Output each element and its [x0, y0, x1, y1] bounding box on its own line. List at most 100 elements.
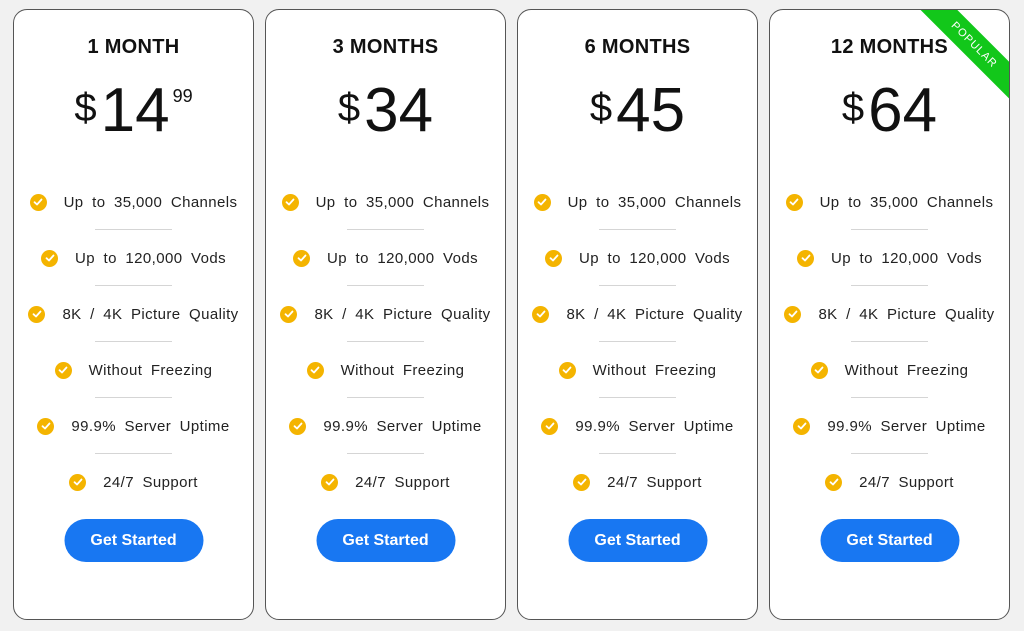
checkmark-circle-icon: [306, 361, 324, 379]
feature-label: 99.9% Server Uptime: [71, 417, 230, 435]
feature-list: Up to 35,000 Channels Up to 120,000 Vods…: [518, 174, 757, 510]
checkmark-circle-icon: [810, 361, 828, 379]
feature-item: Up to 120,000 Vods: [518, 230, 757, 286]
checkmark-circle-icon: [321, 473, 339, 491]
feature-label: Without Freezing: [844, 361, 969, 379]
checkmark-circle-icon: [825, 473, 843, 491]
pricing-card-1-month: 1 MONTH $ 14 99 Up to 35,000 Channels Up…: [13, 9, 254, 620]
price-currency: $: [74, 86, 97, 130]
feature-item: 99.9% Server Uptime: [14, 398, 253, 454]
checkmark-circle-icon: [541, 417, 559, 435]
checkmark-circle-icon: [69, 473, 87, 491]
checkmark-circle-icon: [281, 193, 299, 211]
checkmark-circle-icon: [533, 193, 551, 211]
pricing-card-12-months: POPULAR 12 MONTHS $ 64 Up to 35,000 Chan…: [769, 9, 1010, 620]
checkmark-circle-icon: [28, 305, 46, 323]
feature-label: Up to 35,000 Channels: [63, 193, 238, 211]
feature-item: Up to 120,000 Vods: [14, 230, 253, 286]
checkmark-circle-icon: [280, 305, 298, 323]
feature-item: 8K / 4K Picture Quality: [14, 286, 253, 342]
get-started-button[interactable]: Get Started: [820, 519, 959, 562]
plan-name: 12 MONTHS: [830, 36, 949, 58]
feature-item: 24/7 Support: [266, 454, 505, 510]
feature-item: 99.9% Server Uptime: [770, 398, 1009, 454]
feature-label: 99.9% Server Uptime: [575, 417, 734, 435]
feature-label: 8K / 4K Picture Quality: [314, 305, 491, 323]
feature-list: Up to 35,000 Channels Up to 120,000 Vods…: [14, 174, 253, 510]
pricing-card-6-months: 6 MONTHS $ 45 Up to 35,000 Channels Up t…: [517, 9, 758, 620]
price-cents: 99: [172, 86, 193, 106]
checkmark-circle-icon: [289, 417, 307, 435]
price-currency: $: [337, 86, 361, 130]
feature-label: Up to 35,000 Channels: [315, 193, 490, 211]
feature-item: 8K / 4K Picture Quality: [518, 286, 757, 342]
feature-label: 24/7 Support: [103, 473, 198, 491]
feature-item: Up to 120,000 Vods: [266, 230, 505, 286]
feature-label: Without Freezing: [88, 361, 213, 379]
feature-label: Up to 120,000 Vods: [579, 249, 730, 267]
feature-label: Up to 35,000 Channels: [819, 193, 994, 211]
feature-item: 99.9% Server Uptime: [266, 398, 505, 454]
feature-label: 8K / 4K Picture Quality: [62, 305, 239, 323]
checkmark-circle-icon: [545, 249, 562, 267]
price-currency: $: [589, 86, 613, 130]
price-amount: 45: [616, 76, 686, 145]
feature-item: Up to 35,000 Channels: [266, 174, 505, 230]
feature-label: 24/7 Support: [859, 473, 954, 491]
checkmark-circle-icon: [41, 249, 58, 267]
pricing-card-3-months: 3 MONTHS $ 34 Up to 35,000 Channels Up t…: [265, 9, 506, 620]
checkmark-circle-icon: [785, 193, 803, 211]
feature-item: 8K / 4K Picture Quality: [770, 286, 1009, 342]
feature-item: Without Freezing: [14, 342, 253, 398]
feature-label: 8K / 4K Picture Quality: [818, 305, 995, 323]
checkmark-circle-icon: [37, 417, 55, 435]
checkmark-circle-icon: [29, 193, 47, 211]
plan-name: 6 MONTHS: [584, 36, 691, 58]
get-started-button[interactable]: Get Started: [64, 519, 203, 562]
feature-label: 99.9% Server Uptime: [323, 417, 482, 435]
checkmark-circle-icon: [573, 473, 591, 491]
feature-item: 24/7 Support: [14, 454, 253, 510]
feature-item: 99.9% Server Uptime: [518, 398, 757, 454]
feature-label: 24/7 Support: [355, 473, 450, 491]
feature-label: 24/7 Support: [607, 473, 702, 491]
price-amount: 14: [100, 76, 170, 145]
checkmark-circle-icon: [797, 249, 814, 267]
feature-item: Up to 35,000 Channels: [770, 174, 1009, 230]
feature-label: Without Freezing: [340, 361, 465, 379]
feature-label: Up to 120,000 Vods: [75, 249, 226, 267]
price-currency: $: [841, 86, 865, 130]
feature-label: Up to 35,000 Channels: [567, 193, 742, 211]
get-started-button[interactable]: Get Started: [568, 519, 707, 562]
checkmark-circle-icon: [54, 361, 72, 379]
plan-price: $ 34: [266, 68, 505, 148]
feature-item: Up to 120,000 Vods: [770, 230, 1009, 286]
plan-name: 3 MONTHS: [332, 36, 439, 58]
plan-name: 1 MONTH: [87, 36, 180, 58]
feature-item: 8K / 4K Picture Quality: [266, 286, 505, 342]
feature-list: Up to 35,000 Channels Up to 120,000 Vods…: [266, 174, 505, 510]
price-amount: 34: [364, 76, 434, 145]
feature-item: Without Freezing: [518, 342, 757, 398]
plan-price: $ 64: [770, 68, 1009, 148]
feature-item: 24/7 Support: [518, 454, 757, 510]
checkmark-circle-icon: [784, 305, 802, 323]
feature-item: Without Freezing: [770, 342, 1009, 398]
feature-item: Without Freezing: [266, 342, 505, 398]
feature-item: 24/7 Support: [770, 454, 1009, 510]
checkmark-circle-icon: [793, 417, 811, 435]
get-started-button[interactable]: Get Started: [316, 519, 455, 562]
feature-label: Up to 120,000 Vods: [327, 249, 478, 267]
checkmark-circle-icon: [558, 361, 576, 379]
plan-price: $ 14 99: [14, 68, 253, 148]
price-amount: 64: [868, 76, 938, 145]
feature-item: Up to 35,000 Channels: [14, 174, 253, 230]
feature-label: 99.9% Server Uptime: [827, 417, 986, 435]
feature-label: Without Freezing: [592, 361, 717, 379]
checkmark-circle-icon: [532, 305, 550, 323]
feature-item: Up to 35,000 Channels: [518, 174, 757, 230]
checkmark-circle-icon: [293, 249, 310, 267]
feature-label: 8K / 4K Picture Quality: [566, 305, 743, 323]
feature-list: Up to 35,000 Channels Up to 120,000 Vods…: [770, 174, 1009, 510]
feature-label: Up to 120,000 Vods: [831, 249, 982, 267]
